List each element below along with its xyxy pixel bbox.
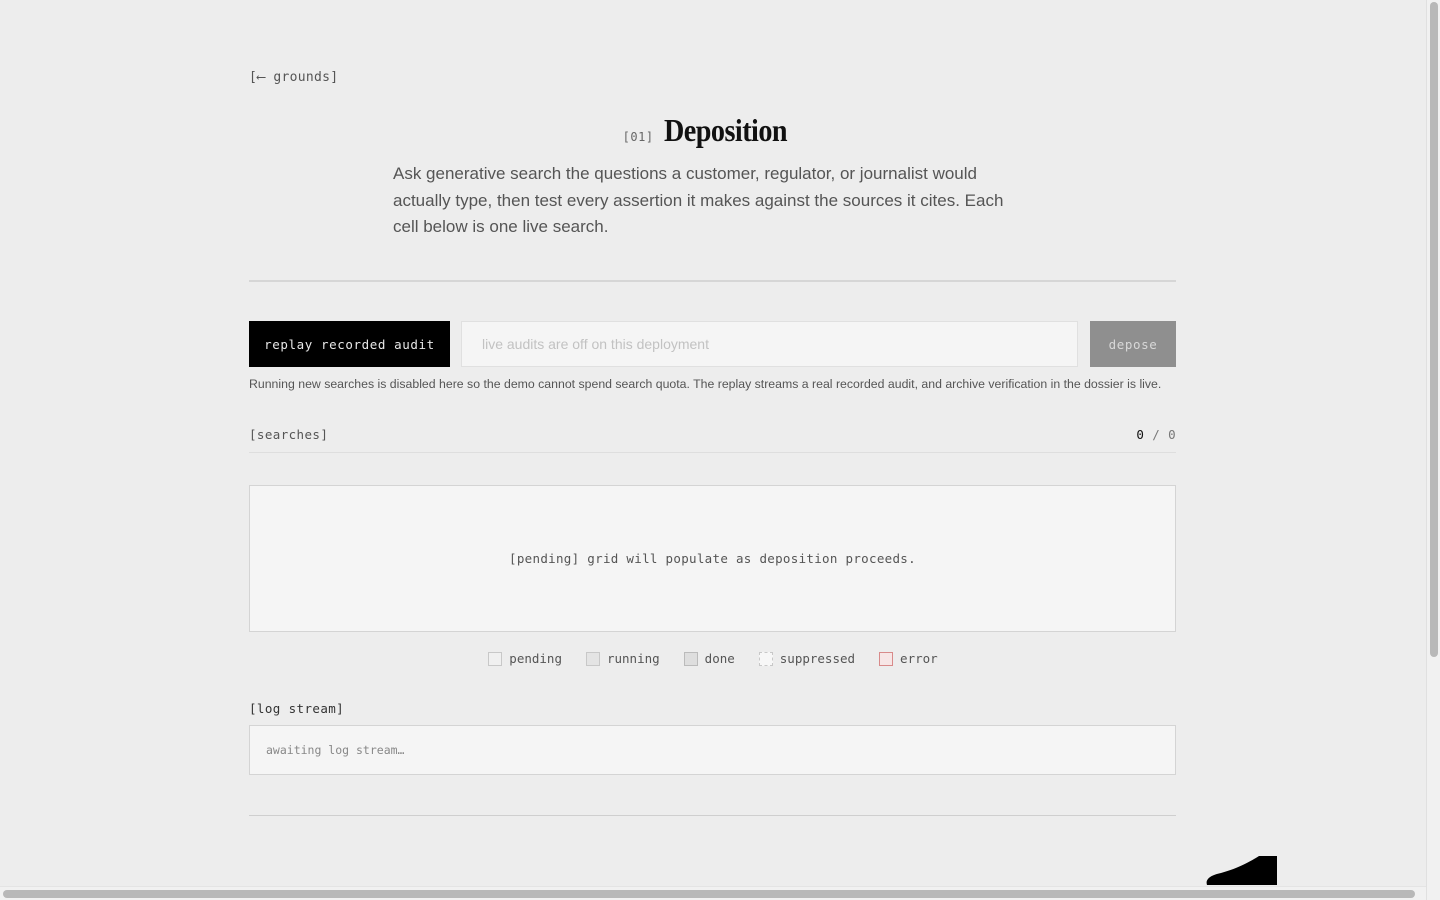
vertical-scrollbar[interactable] bbox=[1426, 0, 1440, 900]
searches-divider bbox=[249, 452, 1176, 453]
decorative-shape bbox=[1206, 856, 1277, 885]
legend-error: error bbox=[879, 651, 938, 666]
header-divider bbox=[249, 280, 1176, 282]
legend-label: pending bbox=[509, 651, 562, 666]
status-legend: pending running done suppressed error bbox=[0, 651, 1426, 666]
legend-pending: pending bbox=[488, 651, 562, 666]
depose-button[interactable]: depose bbox=[1090, 321, 1176, 367]
back-to-grounds-link[interactable]: [⟵ grounds] bbox=[249, 70, 338, 85]
done-swatch bbox=[683, 651, 698, 666]
disabled-notice: Running new searches is disabled here so… bbox=[249, 377, 1162, 391]
error-swatch bbox=[879, 651, 894, 666]
vertical-scrollbar-thumb[interactable] bbox=[1430, 2, 1438, 657]
page-title: Deposition bbox=[663, 112, 788, 148]
legend-label: error bbox=[900, 651, 938, 666]
page-header: [01] Deposition bbox=[0, 112, 1426, 149]
legend-label: suppressed bbox=[779, 651, 856, 666]
searches-label: [searches] bbox=[249, 427, 329, 442]
searches-done-count: 0 bbox=[1136, 427, 1145, 442]
log-stream-placeholder: awaiting log stream… bbox=[266, 743, 405, 757]
legend-label: running bbox=[606, 651, 660, 666]
legend-label: done bbox=[704, 651, 735, 666]
running-swatch bbox=[585, 651, 600, 666]
legend-suppressed: suppressed bbox=[758, 651, 856, 666]
log-stream-panel[interactable]: awaiting log stream… bbox=[249, 725, 1176, 775]
searches-count-separator: / bbox=[1152, 427, 1161, 442]
section-number: [01] bbox=[622, 130, 654, 144]
horizontal-scrollbar-thumb[interactable] bbox=[3, 890, 1415, 898]
footer-divider bbox=[249, 815, 1176, 816]
suppressed-swatch bbox=[758, 651, 773, 666]
pending-swatch bbox=[488, 651, 503, 666]
replay-audit-button[interactable]: replay recorded audit bbox=[249, 321, 450, 367]
grid-empty-message: [pending] grid will populate as depositi… bbox=[509, 551, 916, 566]
searches-counter: 0 / 0 bbox=[1136, 427, 1176, 442]
log-stream-label: [log stream] bbox=[249, 701, 345, 716]
page-intro: Ask generative search the questions a cu… bbox=[393, 164, 1004, 237]
query-input[interactable] bbox=[461, 321, 1078, 367]
legend-done: done bbox=[683, 651, 735, 666]
search-grid: [pending] grid will populate as depositi… bbox=[249, 485, 1176, 632]
legend-running: running bbox=[585, 651, 660, 666]
horizontal-scrollbar[interactable] bbox=[0, 886, 1426, 900]
searches-total-count: 0 bbox=[1168, 427, 1176, 442]
